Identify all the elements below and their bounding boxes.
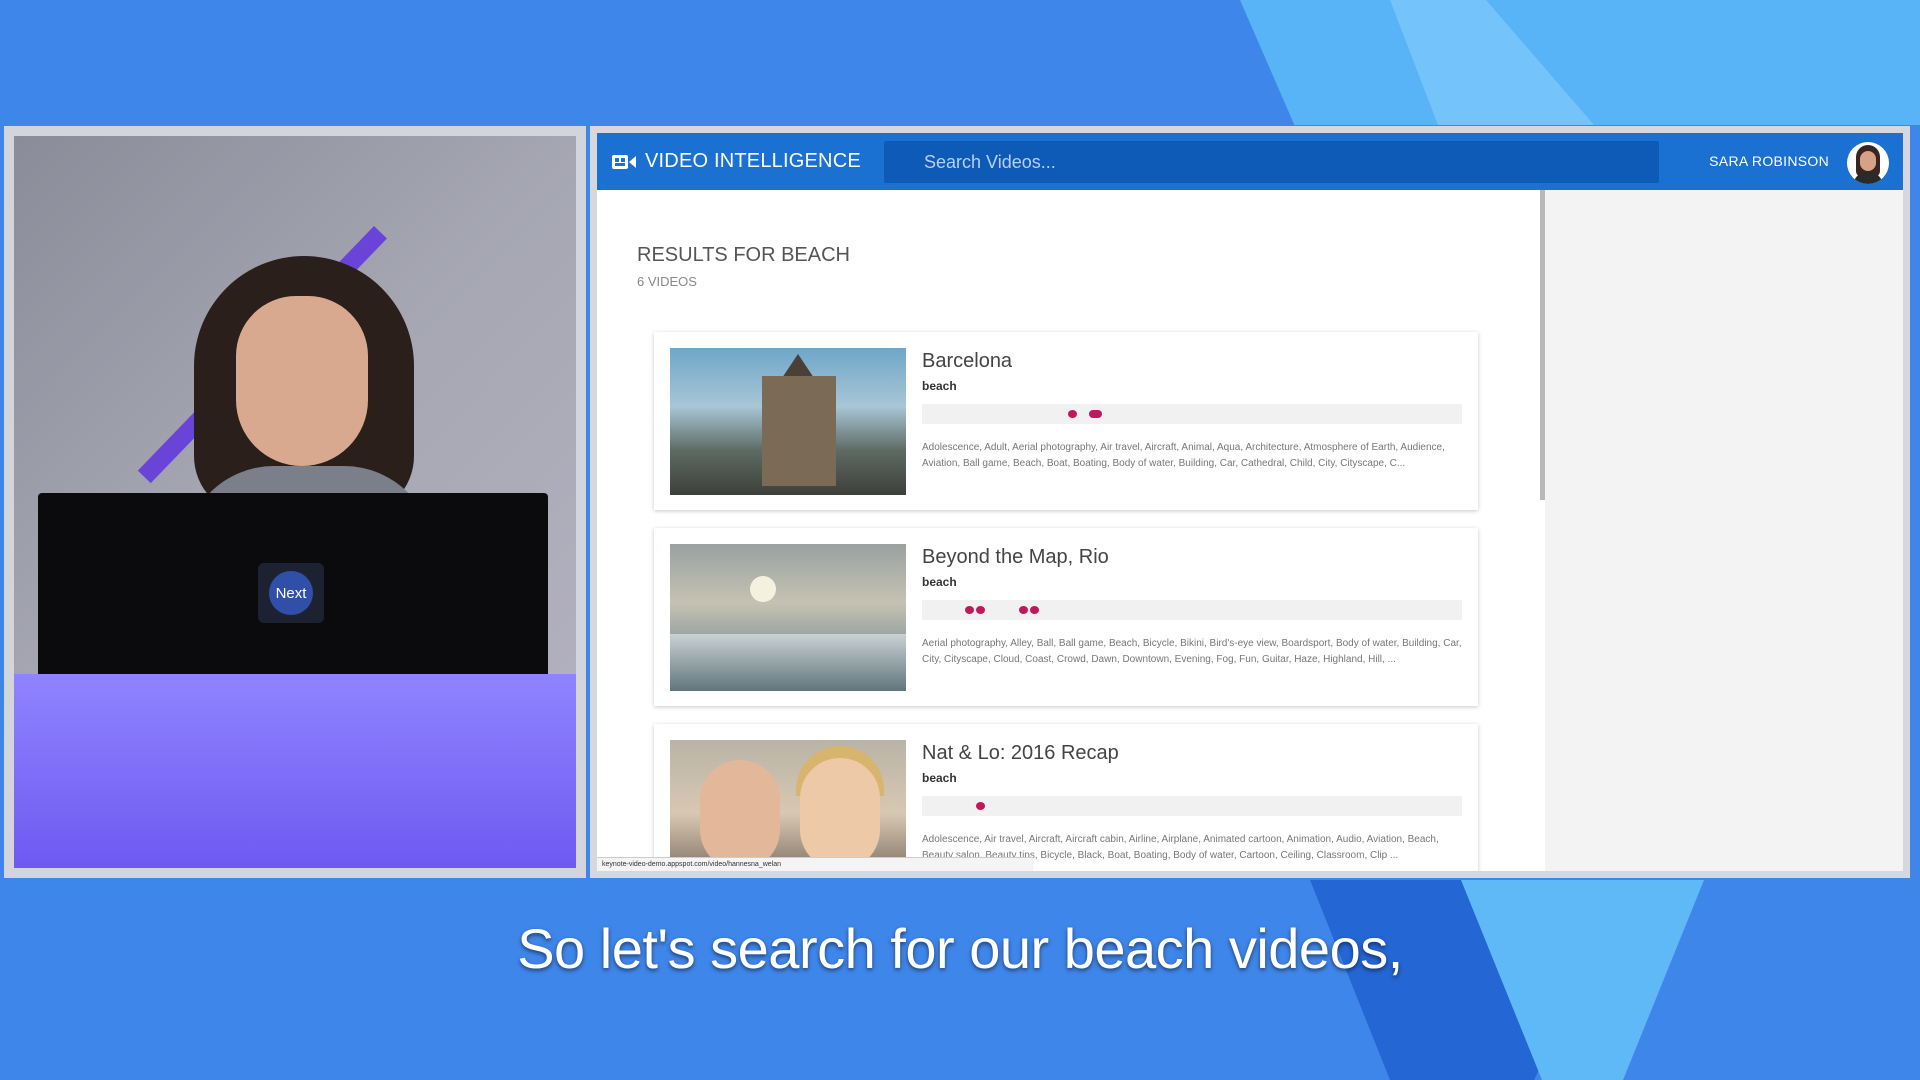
search-input[interactable] xyxy=(884,141,1659,183)
video-thumbnail[interactable] xyxy=(670,348,906,495)
video-thumbnail[interactable] xyxy=(670,740,906,871)
user-avatar[interactable] xyxy=(1847,142,1889,184)
timeline-marker[interactable] xyxy=(1089,410,1102,418)
video-tag: beach xyxy=(922,575,957,589)
video-title[interactable]: Nat & Lo: 2016 Recap xyxy=(922,742,1119,765)
search-bar[interactable] xyxy=(884,141,1659,183)
next-logo-text: Next xyxy=(269,571,313,615)
video-timeline[interactable] xyxy=(922,796,1462,816)
presenter-video-panel: Next xyxy=(4,126,586,878)
video-timeline[interactable] xyxy=(922,404,1462,424)
next-logo: Next xyxy=(258,563,324,623)
timeline-marker[interactable] xyxy=(1068,410,1077,418)
video-camera-icon xyxy=(612,154,636,169)
timeline-marker[interactable] xyxy=(965,606,974,614)
presenter-desk xyxy=(14,674,576,868)
timeline-marker[interactable] xyxy=(976,802,985,810)
timeline-marker[interactable] xyxy=(1019,606,1028,614)
background-shape xyxy=(1240,0,1920,125)
app-top-bar: VIDEO INTELLIGENCE SARA ROBINSON xyxy=(597,133,1903,190)
video-timeline[interactable] xyxy=(922,600,1462,620)
results-panel: RESULTS FOR BEACH 6 VIDEOS Barcelona bea… xyxy=(597,190,1537,871)
results-count: 6 VIDEOS xyxy=(637,274,697,289)
video-title[interactable]: Beyond the Map, Rio xyxy=(922,546,1109,569)
video-labels: Aerial photography, Alley, Ball, Ball ga… xyxy=(922,638,1462,665)
video-card[interactable]: Barcelona beach Adolescence, Adult, Aeri… xyxy=(654,332,1478,510)
results-title: RESULTS FOR BEACH xyxy=(637,244,850,266)
presenter-laptop: Next xyxy=(38,493,548,683)
status-url: keynote-video-demo.appspot.com/video/han… xyxy=(597,857,1033,871)
video-thumbnail[interactable] xyxy=(670,544,906,691)
video-tag: beach xyxy=(922,379,957,393)
user-name: SARA ROBINSON xyxy=(1709,153,1829,169)
detail-pane xyxy=(1545,190,1903,871)
video-tag: beach xyxy=(922,771,957,785)
timeline-marker[interactable] xyxy=(976,606,985,614)
app-title: VIDEO INTELLIGENCE xyxy=(645,150,861,172)
video-card[interactable]: Nat & Lo: 2016 Recap beach Adolescence, … xyxy=(654,724,1478,871)
subtitle-caption: So let's search for our beach videos, xyxy=(517,917,1403,980)
brand[interactable]: VIDEO INTELLIGENCE xyxy=(611,150,891,173)
presenter-face xyxy=(236,296,368,466)
presenter-scene: Next xyxy=(14,136,576,868)
app-window: VIDEO INTELLIGENCE SARA ROBINSON RESULTS… xyxy=(590,126,1910,878)
timeline-marker[interactable] xyxy=(1030,606,1039,614)
video-card[interactable]: Beyond the Map, Rio beach Aerial photogr… xyxy=(654,528,1478,706)
app-viewport: VIDEO INTELLIGENCE SARA ROBINSON RESULTS… xyxy=(597,133,1903,871)
video-title[interactable]: Barcelona xyxy=(922,350,1012,373)
video-labels: Adolescence, Adult, Aerial photography, … xyxy=(922,442,1445,469)
